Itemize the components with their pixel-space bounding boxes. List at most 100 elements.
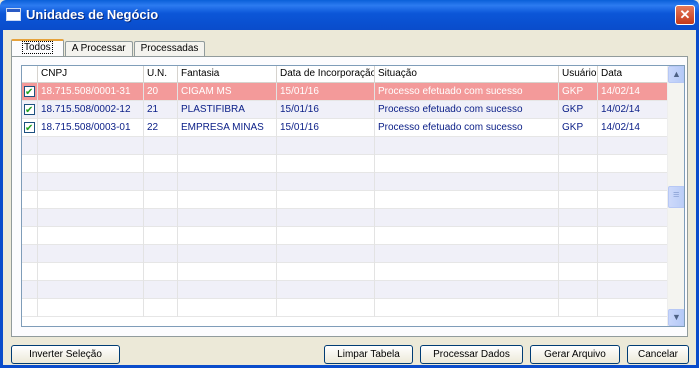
checkbox-cell [22, 263, 38, 281]
usuario-cell [559, 191, 598, 209]
checkbox-cell [22, 299, 38, 317]
data-incorporacao-cell [277, 245, 375, 263]
usuario-cell [559, 227, 598, 245]
situacao-cell [375, 209, 559, 227]
empty-row [22, 191, 669, 209]
header-un[interactable]: U.N. [144, 66, 178, 83]
situacao-cell [375, 227, 559, 245]
data-cell [598, 191, 669, 209]
processar-dados-button[interactable]: Processar Dados [420, 345, 523, 364]
scroll-up-button[interactable]: ▲ [668, 66, 684, 83]
usuario-cell: GKP [559, 119, 598, 137]
tab-a-processar[interactable]: A Processar [64, 41, 133, 56]
empty-row [22, 173, 669, 191]
situacao-cell [375, 263, 559, 281]
header-fantasia[interactable]: Fantasia [178, 66, 277, 83]
fantasia-cell [178, 173, 277, 191]
data-incorporacao-cell: 15/01/16 [277, 101, 375, 119]
un-cell [144, 137, 178, 155]
empty-row [22, 227, 669, 245]
table-row[interactable]: 18.715.508/0002-1221PLASTIFIBRA15/01/16P… [22, 101, 669, 119]
header-data-incorporacao[interactable]: Data de Incorporação [277, 66, 375, 83]
data-incorporacao-cell [277, 263, 375, 281]
row-checkbox[interactable] [24, 102, 35, 119]
usuario-cell: GKP [559, 83, 598, 101]
empty-row [22, 155, 669, 173]
fantasia-cell [178, 299, 277, 317]
usuario-cell: GKP [559, 101, 598, 119]
data-incorporacao-cell [277, 227, 375, 245]
usuario-cell [559, 281, 598, 299]
table-row[interactable]: 18.715.508/0003-0122EMPRESA MINAS15/01/1… [22, 119, 669, 137]
checkbox-cell [22, 119, 38, 137]
fantasia-cell [178, 209, 277, 227]
un-cell [144, 245, 178, 263]
cancelar-button[interactable]: Cancelar [627, 345, 689, 364]
window-icon [6, 8, 21, 21]
tab-processadas[interactable]: Processadas [133, 41, 206, 56]
empty-row [22, 245, 669, 263]
data-cell [598, 155, 669, 173]
checkbox-cell [22, 101, 38, 119]
gerar-arquivo-button[interactable]: Gerar Arquivo [530, 345, 620, 364]
un-cell: 21 [144, 101, 178, 119]
un-cell [144, 173, 178, 191]
un-cell: 22 [144, 119, 178, 137]
empty-row [22, 281, 669, 299]
window-title: Unidades de Negócio [26, 7, 159, 22]
fantasia-cell: CIGAM MS [178, 83, 277, 101]
cnpj-cell [38, 281, 144, 299]
checkbox-cell [22, 191, 38, 209]
situacao-cell [375, 281, 559, 299]
cnpj-cell [38, 209, 144, 227]
fantasia-cell [178, 263, 277, 281]
data-cell [598, 281, 669, 299]
usuario-cell [559, 155, 598, 173]
usuario-cell [559, 209, 598, 227]
fantasia-cell [178, 281, 277, 299]
data-incorporacao-cell [277, 281, 375, 299]
data-incorporacao-cell [277, 137, 375, 155]
un-cell [144, 281, 178, 299]
tab-todos[interactable]: Todos [11, 39, 64, 56]
tab-strip: Todos A Processar Processadas [11, 39, 206, 56]
situacao-cell [375, 137, 559, 155]
inverter-selecao-button[interactable]: Inverter Seleção [11, 345, 120, 364]
checkbox-cell [22, 245, 38, 263]
table-row[interactable]: 18.715.508/0001-3120CIGAM MS15/01/16Proc… [22, 83, 669, 101]
un-cell: 20 [144, 83, 178, 101]
grid-rows: 18.715.508/0001-3120CIGAM MS15/01/16Proc… [22, 83, 669, 317]
row-checkbox[interactable] [24, 84, 35, 101]
fantasia-cell [178, 227, 277, 245]
fantasia-cell: PLASTIFIBRA [178, 101, 277, 119]
un-cell [144, 227, 178, 245]
header-data[interactable]: Data [598, 66, 669, 83]
checkbox-cell [22, 83, 38, 101]
data-cell [598, 245, 669, 263]
usuario-cell [559, 245, 598, 263]
data-cell [598, 227, 669, 245]
scroll-down-button[interactable]: ▼ [668, 309, 684, 326]
fantasia-cell [178, 191, 277, 209]
row-checkbox[interactable] [24, 120, 35, 137]
cnpj-cell: 18.715.508/0002-12 [38, 101, 144, 119]
units-grid[interactable]: CNPJ U.N. Fantasia Data de Incorporação … [21, 65, 685, 327]
checkbox-cell [22, 155, 38, 173]
data-incorporacao-cell: 15/01/16 [277, 119, 375, 137]
header-situacao[interactable]: Situação [375, 66, 559, 83]
scroll-thumb[interactable] [668, 186, 684, 208]
vertical-scrollbar[interactable]: ▲ ▼ [667, 66, 684, 326]
fantasia-cell [178, 245, 277, 263]
grid-header: CNPJ U.N. Fantasia Data de Incorporação … [22, 66, 669, 83]
header-cnpj[interactable]: CNPJ [38, 66, 144, 83]
cnpj-cell: 18.715.508/0001-31 [38, 83, 144, 101]
data-cell: 14/02/14 [598, 119, 669, 137]
close-button[interactable]: ✕ [675, 5, 695, 25]
limpar-tabela-button[interactable]: Limpar Tabela [324, 345, 413, 364]
checkbox-cell [22, 281, 38, 299]
un-cell [144, 299, 178, 317]
data-incorporacao-cell [277, 191, 375, 209]
header-usuario[interactable]: Usuário [559, 66, 598, 83]
usuario-cell [559, 299, 598, 317]
situacao-cell [375, 155, 559, 173]
